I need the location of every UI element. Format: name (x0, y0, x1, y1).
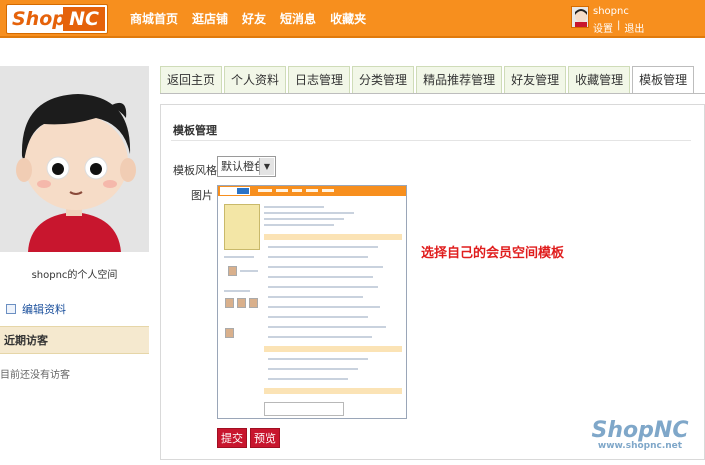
preview-nav-item (276, 189, 288, 192)
preview-text-line (268, 296, 363, 298)
preview-text-line (268, 368, 358, 370)
nav-favorites[interactable]: 收藏夹 (330, 10, 366, 27)
chevron-down-icon: ▼ (259, 158, 274, 175)
tab-recommend-manage[interactable]: 精品推荐管理 (416, 66, 503, 93)
preview-thumb-icon (225, 328, 234, 338)
preview-thumb-icon (228, 266, 237, 276)
shopnc-watermark: ShopNC www.shopnc.net (580, 418, 700, 451)
top-header: Shop NC 商城首页 逛店铺 好友 短消息 收藏夹 shopnc 设置 | … (0, 0, 705, 38)
preview-text-line (264, 206, 324, 208)
preview-side-line (224, 290, 250, 292)
preview-text-line (264, 224, 334, 226)
preview-nav-item (258, 189, 272, 192)
preview-text-line (268, 256, 368, 258)
preview-text-line (268, 358, 368, 360)
nav-friends[interactable]: 好友 (242, 10, 266, 27)
preview-text-line (268, 326, 386, 328)
tab-favorites-manage[interactable]: 收藏管理 (568, 66, 631, 93)
tab-back-home[interactable]: 返回主页 (160, 66, 223, 93)
preview-button[interactable]: 预览 (250, 428, 280, 448)
profile-avatar[interactable] (0, 66, 149, 252)
user-links: 设置 | 退出 (593, 20, 644, 35)
preview-text-line (268, 336, 372, 338)
preview-side-line (224, 256, 254, 258)
preview-nav-item (292, 189, 302, 192)
preview-thumb-icon (225, 298, 234, 308)
personal-space-title: shopnc的个人空间 (31, 270, 118, 281)
tab-friends-manage[interactable]: 好友管理 (504, 66, 567, 93)
preview-thumb-icon (237, 298, 246, 308)
user-avatar-icon (572, 7, 588, 27)
preview-text-line (264, 218, 344, 220)
nav-messages[interactable]: 短消息 (280, 10, 316, 27)
picture-label: 图片 (191, 189, 213, 202)
edit-icon (6, 304, 16, 314)
recent-visitors-heading: 近期访客 (0, 326, 149, 354)
template-preview-image (217, 185, 407, 419)
edit-profile-label: 编辑资料 (22, 303, 66, 316)
tab-divider (160, 93, 705, 94)
preview-text-line (268, 316, 368, 318)
avatar[interactable] (571, 6, 589, 28)
nav-mall-home[interactable]: 商城首页 (130, 10, 178, 27)
preview-text-line (268, 246, 378, 248)
edit-profile-link[interactable]: 编辑资料 (6, 301, 66, 317)
preview-section-band (264, 388, 402, 394)
preview-thumb-icon (249, 298, 258, 308)
preview-nav-item (306, 189, 318, 192)
tab-category-manage[interactable]: 分类管理 (352, 66, 415, 93)
template-style-select[interactable]: 默认橙色 ▼ (217, 156, 276, 177)
panel-title: 模板管理 (173, 124, 217, 137)
preview-section-band (264, 234, 402, 240)
logo-nc-text: NC (63, 7, 105, 31)
tab-template-manage[interactable]: 模板管理 (632, 66, 695, 94)
preview-comment-box (264, 402, 344, 416)
logout-link[interactable]: 退出 (624, 20, 644, 35)
preview-nav-item (322, 189, 334, 192)
settings-link[interactable]: 设置 (593, 20, 613, 35)
logo-shop-text: Shop (12, 8, 66, 30)
preview-text-line (264, 212, 354, 214)
preview-text-line (268, 286, 378, 288)
watermark-title: ShopNC (591, 418, 689, 443)
preview-photo-icon (224, 204, 260, 250)
main-nav: 商城首页 逛店铺 好友 短消息 收藏夹 (130, 10, 366, 27)
preview-side-line (240, 270, 258, 272)
tab-blog-manage[interactable]: 日志管理 (288, 66, 351, 93)
cartoon-avatar-icon (0, 66, 149, 252)
nav-browse-shops[interactable]: 逛店铺 (192, 10, 228, 27)
watermark-url: www.shopnc.net (597, 441, 683, 451)
preview-text-line (268, 306, 380, 308)
preview-section-band (264, 346, 402, 352)
shopnc-logo[interactable]: Shop NC (6, 4, 108, 34)
tab-profile[interactable]: 个人资料 (224, 66, 287, 93)
preview-logo-icon (220, 187, 250, 195)
panel-divider (171, 140, 691, 141)
preview-text-line (268, 266, 383, 268)
template-hint-text: 选择自己的会员空间模板 (421, 246, 565, 261)
link-separator: | (617, 20, 621, 31)
preview-text-line (268, 276, 373, 278)
username: shopnc (593, 6, 629, 17)
preview-text-line (268, 378, 348, 380)
no-visitors-text: 目前还没有访客 (0, 370, 70, 381)
manage-tabs: 返回主页 个人资料 日志管理 分类管理 精品推荐管理 好友管理 收藏管理 模板管… (160, 66, 695, 94)
submit-button[interactable]: 提交 (217, 428, 247, 448)
template-style-label: 模板风格 (173, 164, 217, 177)
template-panel: 模板管理 模板风格 默认橙色 ▼ 图片 选择自己的会员空间模板 提交 预览 (160, 104, 705, 460)
